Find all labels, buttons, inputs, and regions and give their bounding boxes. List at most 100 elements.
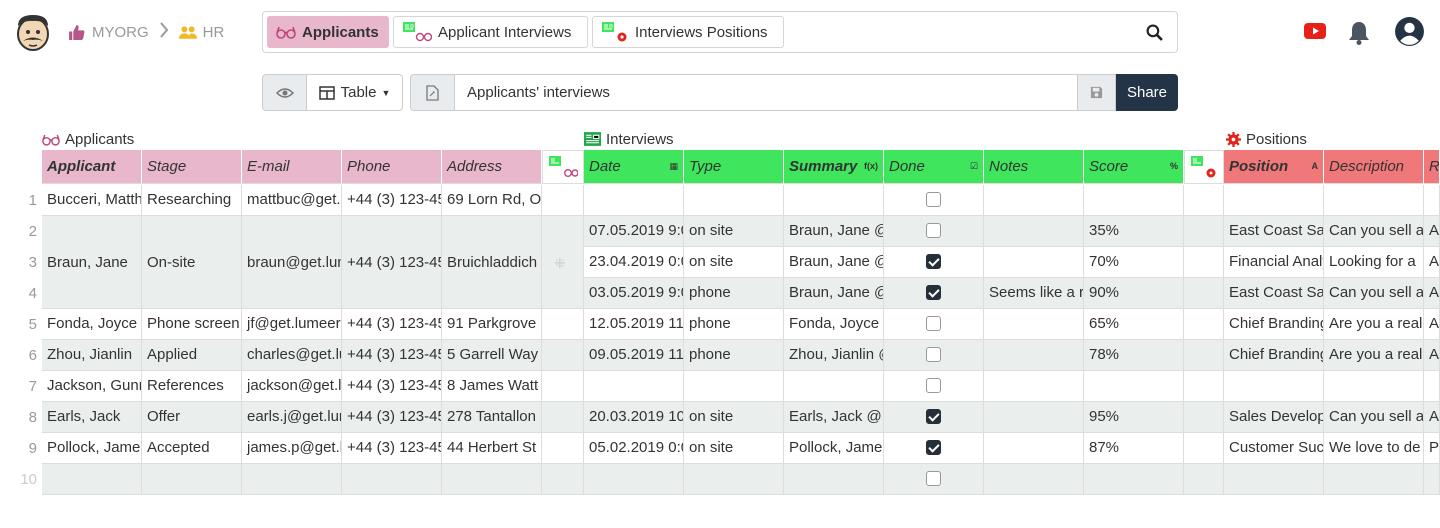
link-cell[interactable] — [1184, 371, 1224, 402]
interview-cell-score[interactable] — [1084, 185, 1184, 216]
applicant-cell-empty[interactable] — [142, 464, 242, 495]
position-cell-position[interactable]: Chief Branding — [1224, 309, 1324, 340]
link-cell[interactable] — [1184, 433, 1224, 464]
column-header-applicant[interactable]: Applicant — [42, 150, 142, 184]
column-header-stage[interactable]: Stage — [142, 150, 242, 184]
applicant-cell-phone[interactable]: +44 (3) 123-4567 — [342, 309, 442, 340]
interview-cell-notes[interactable] — [984, 247, 1084, 278]
position-cell-position[interactable]: Financial Analyst — [1224, 247, 1324, 278]
interview-cell-notes[interactable] — [984, 340, 1084, 371]
applicant-cell-empty[interactable] — [342, 464, 442, 495]
interview-cell-score[interactable]: 35% — [1084, 216, 1184, 247]
interview-cell-done[interactable] — [884, 433, 984, 464]
done-checkbox[interactable] — [926, 440, 941, 455]
applicant-cell-empty[interactable] — [442, 464, 542, 495]
column-header-summary[interactable]: Summary f(x) — [784, 150, 884, 184]
link-cell[interactable]: ⁜ — [542, 216, 584, 309]
interview-cell-summary[interactable] — [784, 371, 884, 402]
link-cell[interactable] — [542, 402, 584, 433]
applicant-cell-address[interactable]: 69 Lorn Rd, Oban — [442, 185, 542, 216]
interview-cell-notes[interactable] — [984, 371, 1084, 402]
link-cell[interactable] — [1184, 309, 1224, 340]
interview-cell-done[interactable] — [884, 340, 984, 371]
interview-cell-date[interactable]: 20.03.2019 10:00 — [584, 402, 684, 433]
applicant-cell-empty[interactable] — [242, 464, 342, 495]
applicant-cell-phone[interactable]: +44 (3) 123-4567 — [342, 340, 442, 371]
position-cell-description[interactable] — [1324, 185, 1424, 216]
position-cell-re[interactable]: A — [1424, 402, 1440, 433]
position-cell-position[interactable]: Customer Success — [1224, 433, 1324, 464]
position-cell-re[interactable]: A — [1424, 247, 1440, 278]
applicant-cell-phone[interactable]: +44 (3) 123-4567 — [342, 433, 442, 464]
applicant-cell-name[interactable]: Bucceri, Matthew — [42, 185, 142, 216]
interview-cell-summary[interactable]: Braun, Jane @ Financial — [784, 247, 884, 278]
interview-cell-date[interactable] — [584, 464, 684, 495]
position-cell-re[interactable]: A — [1424, 278, 1440, 309]
position-cell-re[interactable]: P — [1424, 433, 1440, 464]
tab-interviews-positions[interactable]: Interviews Positions — [592, 16, 784, 48]
expand-icon[interactable]: ⁜ — [554, 255, 566, 271]
done-checkbox[interactable] — [926, 378, 941, 393]
link-cell[interactable] — [542, 433, 584, 464]
interview-cell-notes[interactable] — [984, 402, 1084, 433]
applicant-cell-stage[interactable]: Phone screen — [142, 309, 242, 340]
interview-cell-notes[interactable] — [984, 216, 1084, 247]
done-checkbox[interactable] — [926, 316, 941, 331]
applicant-cell-phone[interactable]: +44 (3) 123-4567 — [342, 185, 442, 216]
column-header-phone[interactable]: Phone — [342, 150, 442, 184]
link-cell[interactable] — [542, 340, 584, 371]
interview-cell-done[interactable] — [884, 371, 984, 402]
view-type-dropdown[interactable]: Table ▼ — [307, 74, 403, 111]
position-cell-description[interactable]: Are you a real — [1324, 340, 1424, 371]
applicant-cell-name[interactable]: Fonda, Joyce — [42, 309, 142, 340]
interview-cell-score[interactable]: 70% — [1084, 247, 1184, 278]
applicant-cell-address[interactable]: 8 James Watt — [442, 371, 542, 402]
applicant-cell-address[interactable]: 5 Garrell Way — [442, 340, 542, 371]
position-cell-description[interactable] — [1324, 371, 1424, 402]
interview-cell-summary[interactable]: Pollock, James @ Customer — [784, 433, 884, 464]
app-logo-avatar[interactable] — [14, 12, 52, 52]
link-cell[interactable] — [542, 185, 584, 216]
view-name-input[interactable]: Applicants' interviews — [455, 74, 1078, 111]
link-cell[interactable] — [1184, 340, 1224, 371]
interview-cell-done[interactable] — [884, 247, 984, 278]
interview-cell-type[interactable]: on site — [684, 433, 784, 464]
interview-cell-type[interactable]: on site — [684, 402, 784, 433]
applicant-cell-phone[interactable]: +44 (3) 123-4567 — [342, 402, 442, 433]
position-cell-description[interactable]: Can you sell a — [1324, 278, 1424, 309]
position-cell-position[interactable]: East Coast Sales — [1224, 216, 1324, 247]
position-cell-position[interactable] — [1224, 185, 1324, 216]
applicant-cell-email[interactable]: earls.j@get.lumeer — [242, 402, 342, 433]
interview-cell-notes[interactable] — [984, 185, 1084, 216]
file-button[interactable] — [410, 74, 455, 111]
interview-cell-score[interactable]: 87% — [1084, 433, 1184, 464]
interview-cell-done[interactable] — [884, 309, 984, 340]
interview-cell-summary[interactable]: Braun, Jane @ East Coast — [784, 278, 884, 309]
interview-cell-summary[interactable]: Earls, Jack @ Sales — [784, 402, 884, 433]
link-cell[interactable] — [542, 309, 584, 340]
youtube-icon[interactable] — [1304, 23, 1326, 44]
applicant-cell-stage[interactable]: Accepted — [142, 433, 242, 464]
interview-cell-score[interactable] — [1084, 464, 1184, 495]
link-cell[interactable] — [1184, 402, 1224, 433]
applicant-cell-name[interactable]: Braun, Jane — [42, 216, 142, 309]
interview-cell-date[interactable] — [584, 185, 684, 216]
interview-cell-summary[interactable]: Fonda, Joyce @ Chief — [784, 309, 884, 340]
position-cell-position[interactable] — [1224, 371, 1324, 402]
applicant-cell-phone[interactable]: +44 (3) 123-4567 — [342, 371, 442, 402]
applicant-cell-name[interactable]: Zhou, Jianlin — [42, 340, 142, 371]
position-cell-position[interactable]: Chief Branding — [1224, 340, 1324, 371]
applicant-cell-email[interactable]: charles@get.lumeer — [242, 340, 342, 371]
interview-cell-notes[interactable] — [984, 309, 1084, 340]
done-checkbox[interactable] — [926, 223, 941, 238]
interview-cell-type[interactable]: phone — [684, 309, 784, 340]
applicant-cell-email[interactable]: braun@get.lumeer — [242, 216, 342, 309]
breadcrumb-org[interactable]: MYORG — [92, 24, 149, 41]
interview-cell-date[interactable] — [584, 371, 684, 402]
column-header-score[interactable]: Score % — [1084, 150, 1184, 184]
link-cell[interactable] — [1184, 216, 1224, 247]
applicant-cell-address[interactable]: 91 Parkgrove — [442, 309, 542, 340]
link-cell[interactable] — [542, 371, 584, 402]
interview-cell-type[interactable] — [684, 185, 784, 216]
interview-cell-score[interactable]: 65% — [1084, 309, 1184, 340]
